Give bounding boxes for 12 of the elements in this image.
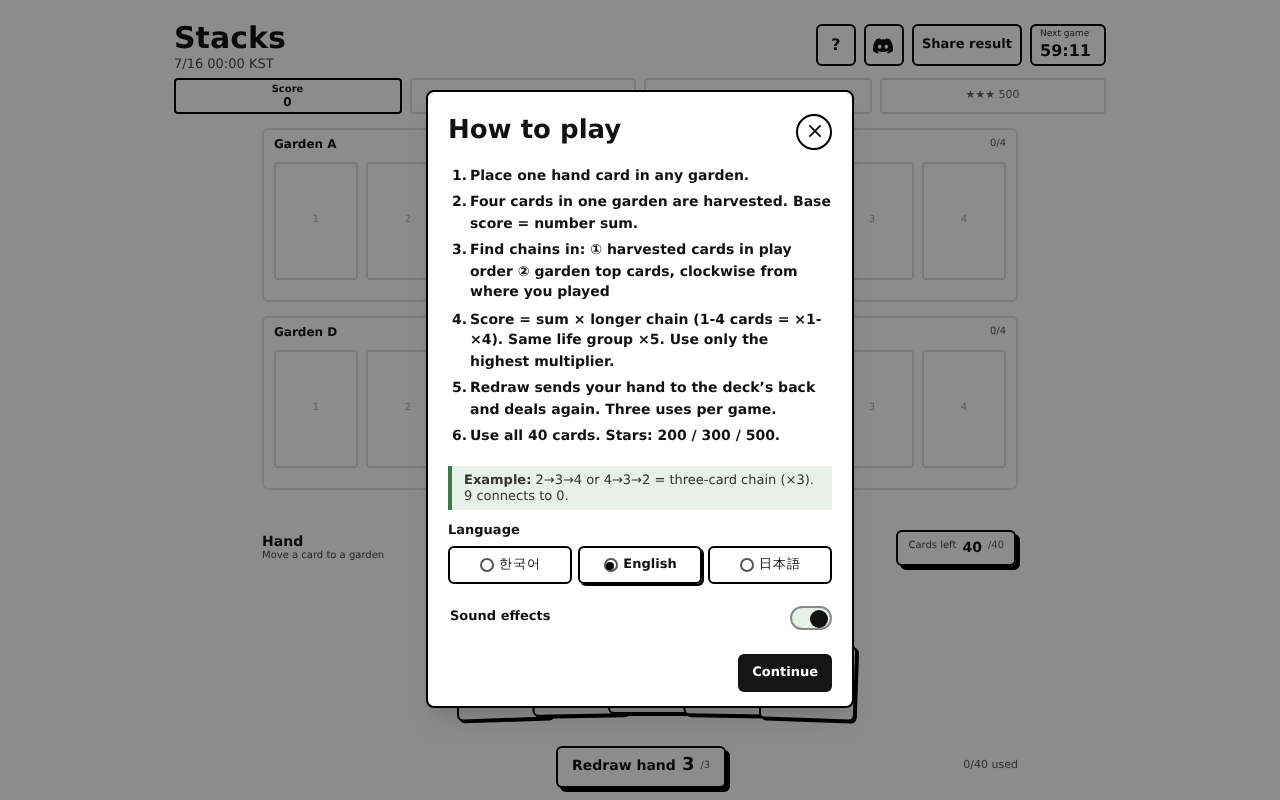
chat-button[interactable]	[863, 24, 904, 66]
radio-icon	[603, 558, 618, 573]
app-title: Stacks	[174, 20, 286, 56]
sound-toggle[interactable]	[790, 606, 832, 631]
dialog-title: How to play	[448, 114, 622, 150]
radio-icon	[479, 558, 493, 573]
close-button[interactable]	[796, 113, 832, 150]
radio-icon	[739, 558, 753, 573]
timer-value: 59:11	[1040, 42, 1093, 62]
game-controller-icon	[872, 37, 895, 53]
help-button[interactable]: ?	[815, 24, 856, 66]
close-icon	[807, 124, 821, 139]
